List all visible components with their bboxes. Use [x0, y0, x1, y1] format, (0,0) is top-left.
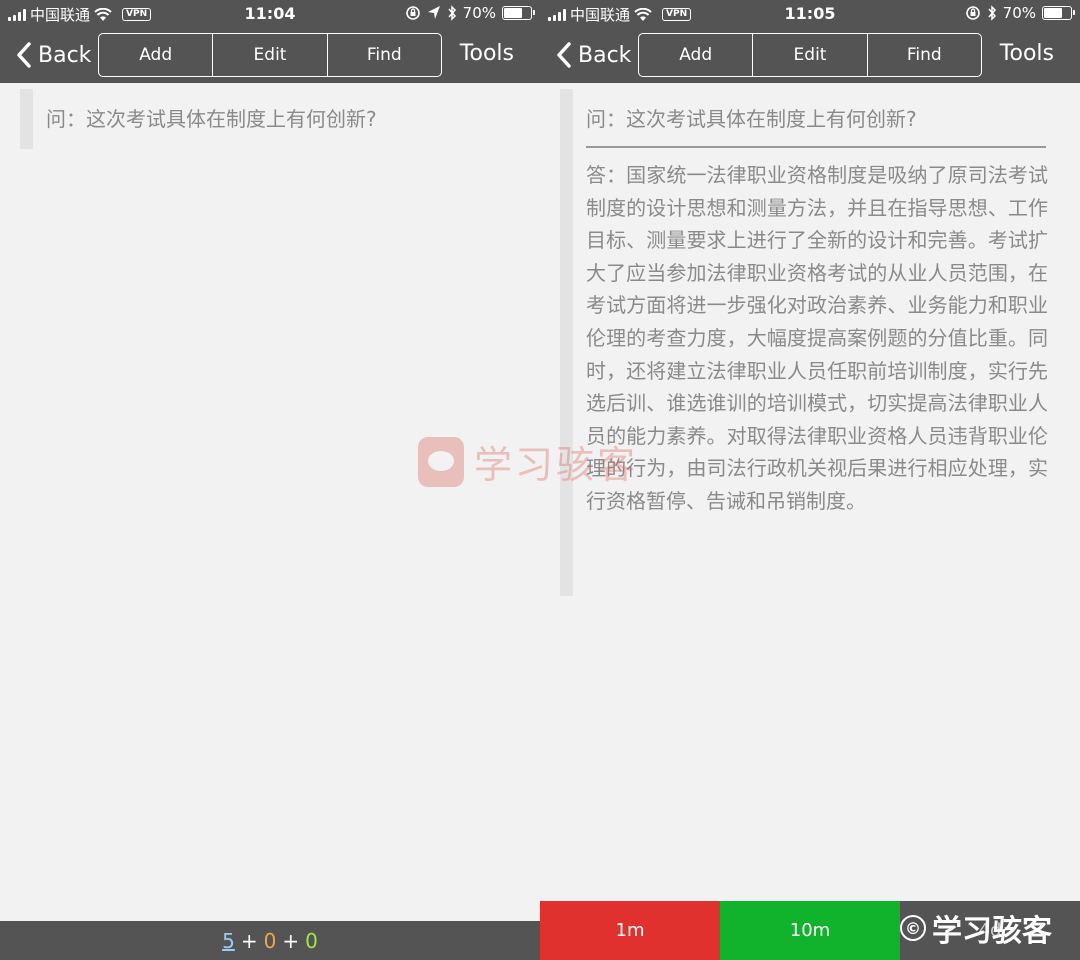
- battery-percent: 70%: [1002, 4, 1036, 22]
- segmented-control: Add Edit Find: [638, 33, 982, 77]
- back-button[interactable]: Back: [16, 38, 91, 72]
- orientation-lock-icon: [965, 6, 980, 20]
- new-count[interactable]: 5: [222, 929, 235, 953]
- copyright-text: 学习骇客: [932, 914, 1052, 949]
- battery-percent: 70%: [462, 4, 496, 22]
- edit-button[interactable]: Edit: [213, 34, 328, 76]
- location-arrow-icon: [427, 6, 440, 19]
- segmented-control: Add Edit Find: [98, 33, 442, 77]
- status-bar: 中国联通 VPN 11:04 70%: [0, 0, 540, 28]
- orientation-lock-icon: [405, 6, 420, 20]
- nav-bar: Back Add Edit Find Tools: [540, 28, 1080, 83]
- question-text: 问：这次考试具体在制度上有何创新?: [46, 107, 377, 131]
- find-button[interactable]: Find: [328, 34, 441, 76]
- edit-button[interactable]: Edit: [753, 34, 868, 76]
- status-bar: 中国联通 VPN 11:05 70%: [540, 0, 1080, 28]
- watermark-text: 学习骇客: [474, 443, 639, 487]
- good-button[interactable]: 10m: [720, 901, 900, 960]
- battery-icon: [1042, 6, 1075, 20]
- copyright-mark: © 学习骇客: [900, 906, 1052, 950]
- watermark-logo-icon: [418, 436, 464, 487]
- tools-button[interactable]: Tools: [460, 41, 514, 66]
- back-label: Back: [578, 42, 632, 68]
- chevron-left-icon: [557, 42, 571, 68]
- due-counts-bar: 5 + 0 + 0: [0, 921, 540, 960]
- question-text: 问：这次考试具体在制度上有何创新?: [586, 107, 917, 131]
- find-button[interactable]: Find: [868, 34, 981, 76]
- answer-text: 答：国家统一法律职业资格制度是吸纳了原司法考试制度的设计思想和测量方法，并且在指…: [586, 163, 1048, 513]
- nav-bar: Back Add Edit Find Tools: [0, 28, 540, 83]
- status-right: 70%: [965, 4, 1075, 22]
- add-button[interactable]: Add: [99, 34, 214, 76]
- back-button[interactable]: Back: [556, 38, 631, 72]
- bluetooth-icon: [448, 5, 456, 21]
- plus-sign: +: [282, 928, 300, 953]
- review-count: 0: [305, 928, 318, 953]
- chevron-left-icon: [17, 42, 31, 68]
- battery-icon: [502, 6, 535, 20]
- card-side-bar: [560, 89, 573, 596]
- tools-button[interactable]: Tools: [1000, 41, 1054, 66]
- status-right: 70%: [405, 4, 535, 22]
- plus-sign: +: [240, 928, 258, 953]
- add-button[interactable]: Add: [639, 34, 754, 76]
- bluetooth-icon: [988, 5, 996, 21]
- learn-count: 0: [263, 928, 277, 953]
- answer-divider: [586, 146, 1046, 148]
- card-side-bar: [20, 89, 33, 149]
- again-button[interactable]: 1m: [540, 901, 720, 960]
- back-label: Back: [38, 42, 92, 68]
- copyright-icon: ©: [900, 915, 926, 941]
- watermark: 学习骇客: [418, 434, 638, 489]
